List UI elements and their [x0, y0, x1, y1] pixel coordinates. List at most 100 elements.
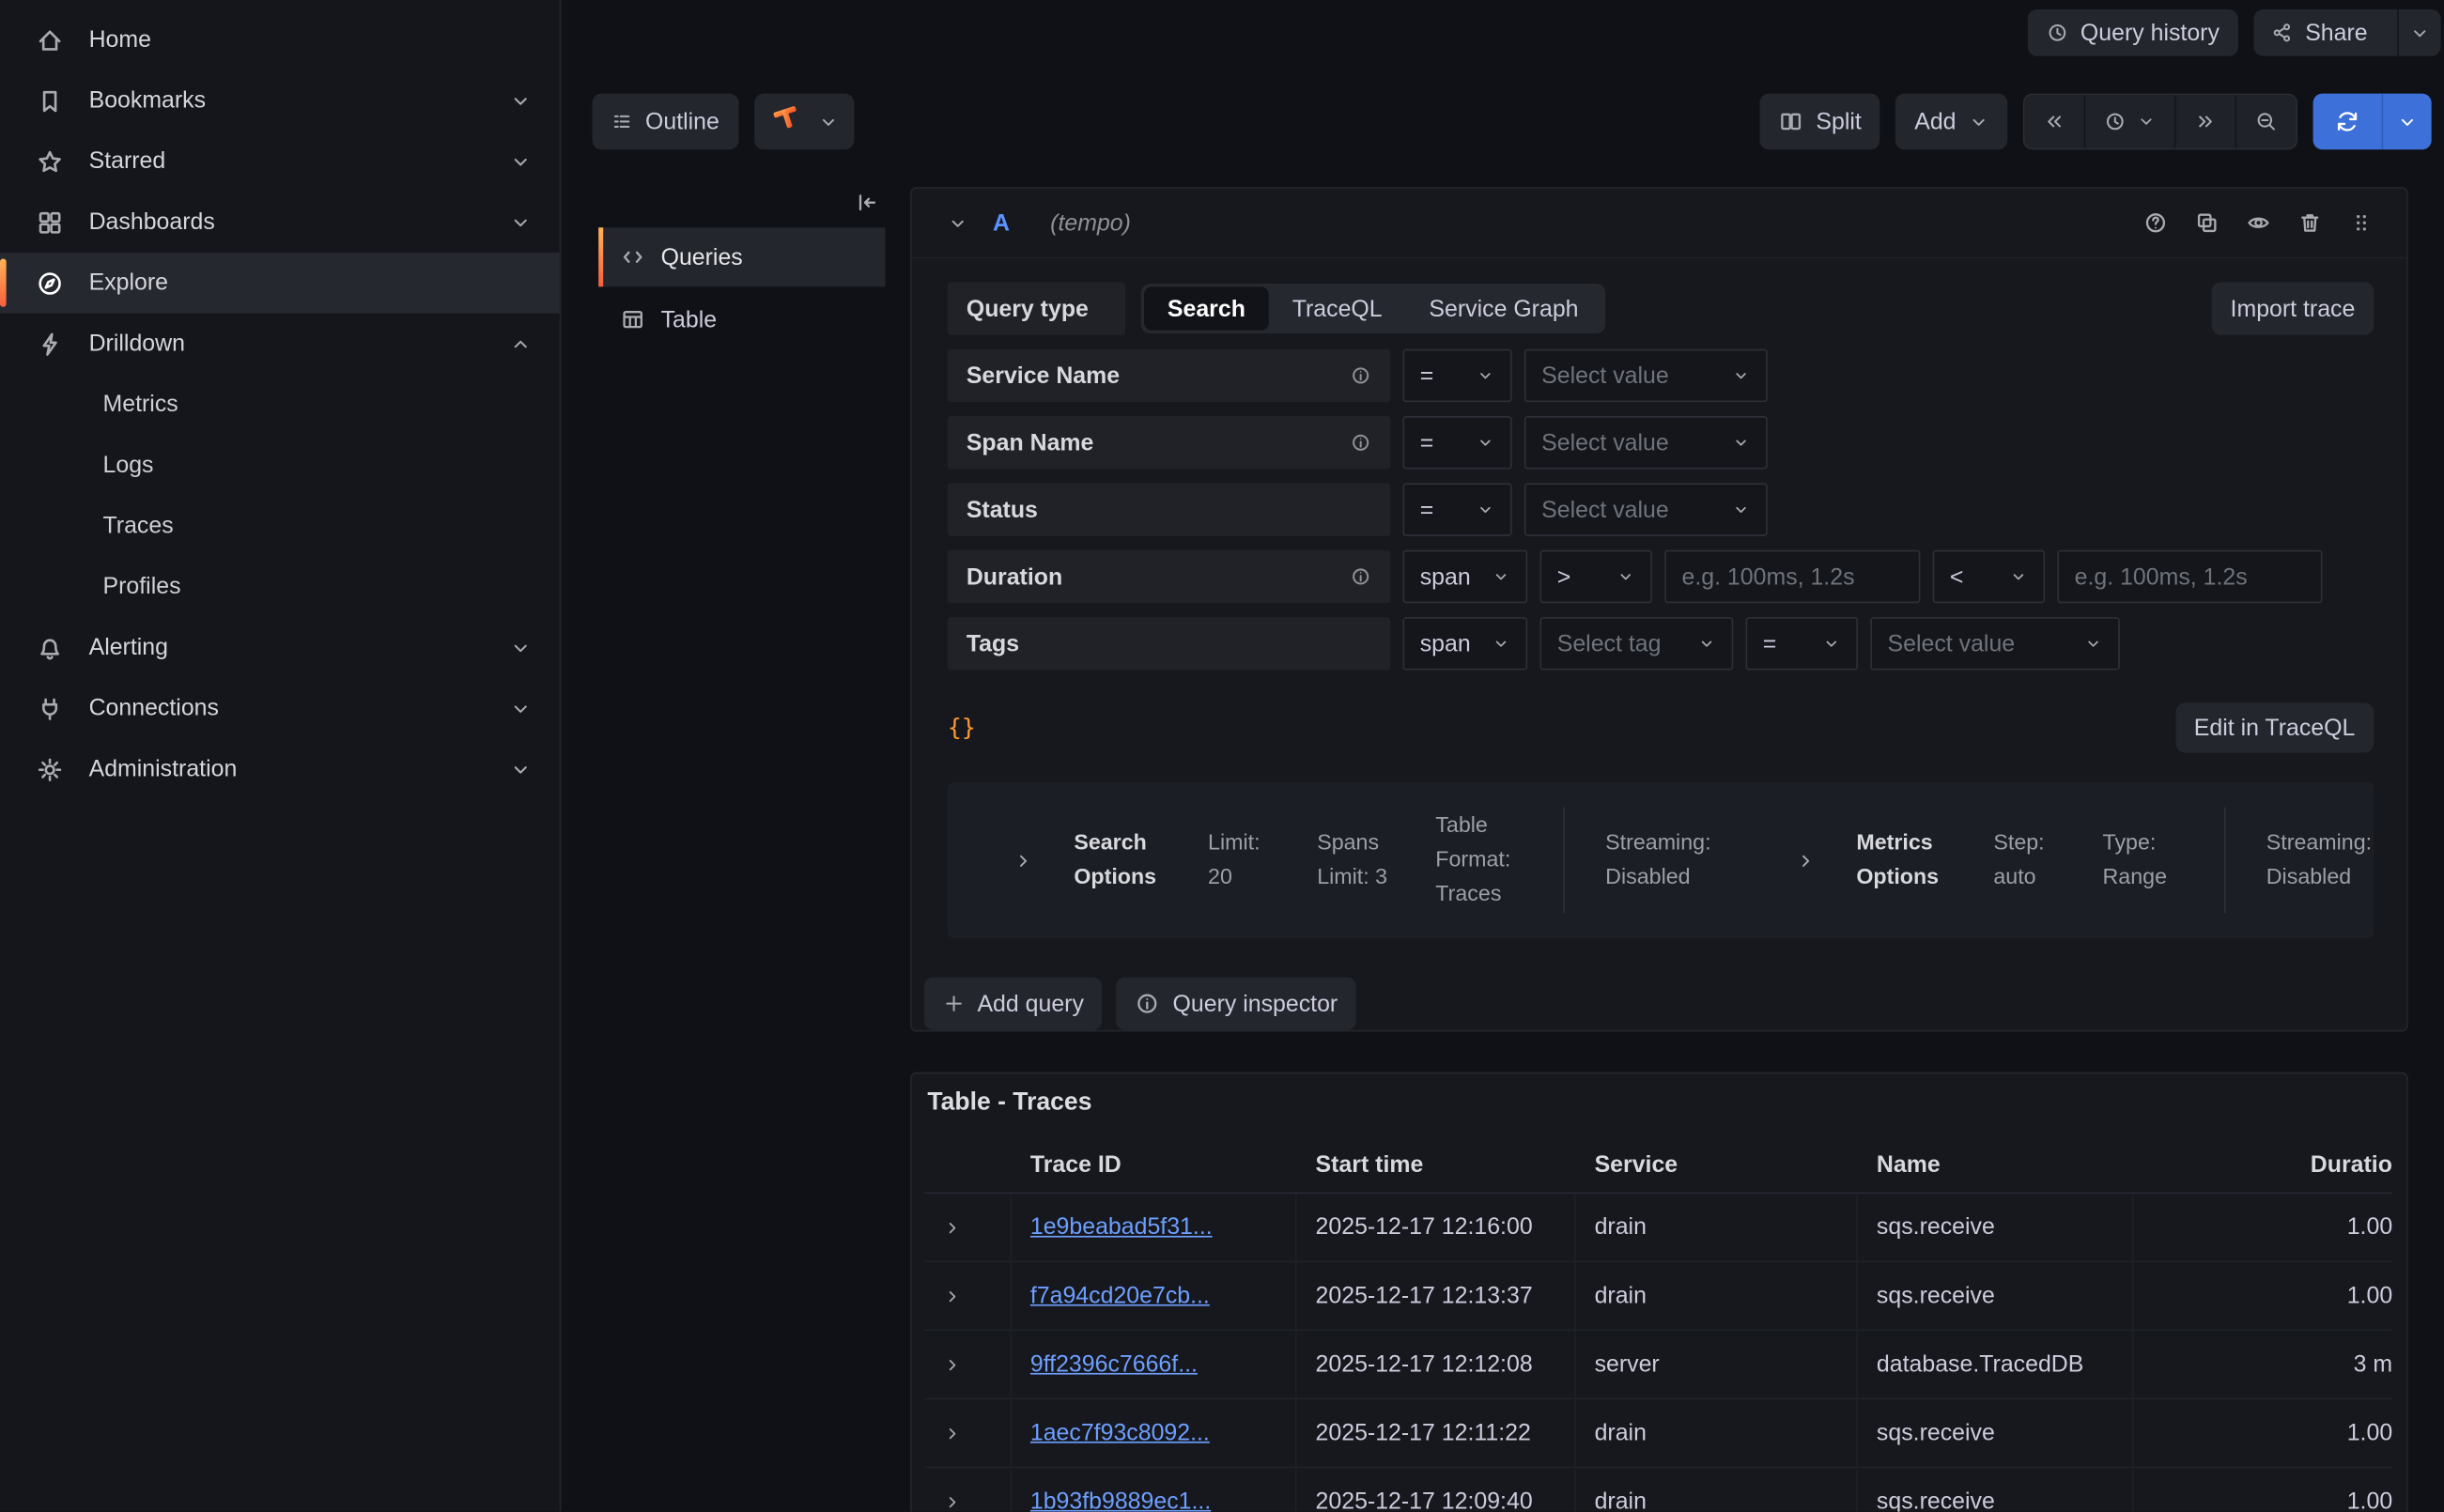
tags-scope-select[interactable]: span — [1402, 617, 1527, 670]
status-value-select[interactable]: Select value — [1524, 483, 1768, 535]
sidebar-item-home[interactable]: Home — [0, 9, 560, 70]
start-time-cell: 2025-12-17 12:12:08 — [1297, 1331, 1576, 1397]
split-label: Split — [1816, 108, 1861, 134]
column-header-name[interactable]: Name — [1858, 1150, 2134, 1177]
sidebar-item-drilldown[interactable]: Drilldown — [0, 314, 560, 375]
query-type-search[interactable]: Search — [1144, 286, 1269, 330]
chevron-down-icon[interactable] — [510, 89, 532, 111]
split-button[interactable]: Split — [1760, 94, 1880, 150]
trace-id-link[interactable]: f7a94cd20e7cb... — [1030, 1283, 1210, 1309]
share-menu-button[interactable] — [2397, 9, 2440, 56]
status-operator-select[interactable]: = — [1402, 483, 1511, 535]
remove-query-icon[interactable] — [2297, 210, 2323, 236]
sidebar-item-alerting[interactable]: Alerting — [0, 617, 560, 678]
sidebar-item-logs[interactable]: Logs — [0, 435, 560, 496]
chevron-up-icon[interactable] — [510, 332, 532, 354]
query-inspector-button[interactable]: Query inspector — [1117, 977, 1356, 1029]
tags-tag-select[interactable]: Select tag — [1539, 617, 1733, 670]
outline-button[interactable]: Outline — [593, 94, 738, 150]
query-history-button[interactable]: Query history — [2027, 9, 2237, 56]
duration-max-input[interactable] — [2057, 550, 2322, 603]
column-header-start-time[interactable]: Start time — [1297, 1150, 1576, 1177]
table-row: f7a94cd20e7cb... 2025-12-17 12:13:37 dra… — [924, 1262, 2392, 1331]
tags-operator-select[interactable]: = — [1746, 617, 1858, 670]
trace-id-link[interactable]: 1b93fb9889ec1... — [1030, 1489, 1211, 1512]
name-cell: sqs.receive — [1858, 1468, 2134, 1511]
compass-icon — [33, 269, 68, 297]
duration-lt-operator-select[interactable]: < — [1933, 550, 2045, 603]
query-type-service-graph[interactable]: Service Graph — [1406, 286, 1602, 330]
trace-id-link[interactable]: 1aec7f93c8092... — [1030, 1420, 1210, 1446]
import-trace-button[interactable]: Import trace — [2212, 282, 2374, 334]
name-cell: database.TracedDB — [1858, 1331, 2134, 1397]
sidebar-item-administration[interactable]: Administration — [0, 739, 560, 800]
chevron-down-icon[interactable] — [510, 637, 532, 658]
chevron-down-icon[interactable] — [510, 698, 532, 719]
outline-icon — [611, 111, 632, 132]
toggle-query-visibility-icon[interactable] — [2246, 210, 2271, 236]
time-shift-back-button[interactable] — [2025, 95, 2084, 147]
chevron-down-icon — [2397, 112, 2418, 132]
refresh-interval-button[interactable] — [2382, 94, 2432, 150]
duration-gt-operator-select[interactable]: > — [1539, 550, 1651, 603]
span-name-operator-select[interactable]: = — [1402, 416, 1511, 469]
chevron-down-icon[interactable] — [510, 758, 532, 779]
info-circle-icon — [1136, 991, 1161, 1016]
duration-scope-select[interactable]: span — [1402, 550, 1527, 603]
row-expander[interactable] — [924, 1468, 1012, 1511]
sidebar-item-traces[interactable]: Traces — [0, 496, 560, 557]
sidebar-item-connections[interactable]: Connections — [0, 678, 560, 739]
zoom-out-button[interactable] — [2235, 95, 2297, 147]
duration-min-input[interactable] — [1664, 550, 1920, 603]
time-picker-button[interactable] — [2084, 95, 2174, 147]
start-time-cell: 2025-12-17 12:13:37 — [1297, 1262, 1576, 1329]
add-dropdown-button[interactable]: Add — [1895, 94, 2007, 150]
chevron-down-icon — [2409, 23, 2430, 43]
query-type-traceql[interactable]: TraceQL — [1269, 286, 1406, 330]
query-options-bar[interactable]: Search Options Limit: 20 Spans Limit: 3 … — [948, 782, 2374, 938]
drag-handle-icon[interactable] — [2349, 210, 2374, 236]
query-history-label: Query history — [2080, 20, 2220, 46]
service-name-operator-select[interactable]: = — [1402, 349, 1511, 402]
span-name-value-select[interactable]: Select value — [1524, 416, 1768, 469]
duration-cell: 1.00 — [2134, 1468, 2392, 1511]
sidebar-item-profiles[interactable]: Profiles — [0, 556, 560, 617]
column-header-service[interactable]: Service — [1576, 1150, 1858, 1177]
service-name-value-select[interactable]: Select value — [1524, 349, 1768, 402]
traces-table: Trace ID Start time Service Name Duratio… — [924, 1136, 2392, 1512]
collapse-query-icon[interactable] — [948, 213, 968, 234]
column-header-trace-id[interactable]: Trace ID — [1012, 1150, 1297, 1177]
row-expander[interactable] — [924, 1262, 1012, 1329]
time-shift-forward-button[interactable] — [2174, 95, 2235, 147]
chevron-down-icon[interactable] — [510, 150, 532, 172]
outline-item-label: Table — [661, 306, 718, 332]
trace-id-link[interactable]: 1e9beabad5f31... — [1030, 1214, 1213, 1241]
duplicate-query-icon[interactable] — [2194, 210, 2220, 236]
row-expander[interactable] — [924, 1399, 1012, 1466]
row-expander[interactable] — [924, 1331, 1012, 1397]
share-button[interactable]: Share — [2253, 9, 2384, 56]
outline-item-table[interactable]: Table — [598, 290, 885, 349]
trace-id-link[interactable]: 9ff2396c7666f... — [1030, 1351, 1198, 1378]
sidebar-item-metrics[interactable]: Metrics — [0, 374, 560, 435]
refresh-icon-button[interactable] — [2313, 94, 2382, 150]
column-header-duration[interactable]: Duration — [2134, 1150, 2392, 1177]
tags-value-select[interactable]: Select value — [1870, 617, 2120, 670]
table-row: 1b93fb9889ec1... 2025-12-17 12:09:40 dra… — [924, 1468, 2392, 1511]
step-stat: Step: auto — [1993, 826, 2062, 894]
sidebar-item-explore[interactable]: Explore — [0, 253, 560, 314]
add-query-button[interactable]: Add query — [924, 977, 1103, 1029]
outline-item-queries[interactable]: Queries — [598, 227, 885, 286]
row-expander[interactable] — [924, 1194, 1012, 1260]
datasource-help-icon[interactable] — [2143, 210, 2169, 236]
chevron-down-icon[interactable] — [510, 211, 532, 233]
zoom-out-icon — [2255, 111, 2277, 132]
traces-table-panel: Table - Traces Trace ID Start time Servi… — [910, 1072, 2408, 1512]
sidebar-item-dashboards[interactable]: Dashboards — [0, 192, 560, 253]
edit-in-traceql-button[interactable]: Edit in TraceQL — [2175, 702, 2374, 752]
datasource-picker[interactable] — [753, 94, 853, 150]
sidebar-item-bookmarks[interactable]: Bookmarks — [0, 70, 560, 131]
search-limit-stat: Limit: 20 — [1208, 826, 1276, 894]
sidebar-item-starred[interactable]: Starred — [0, 131, 560, 192]
collapse-outline-icon[interactable] — [854, 190, 879, 215]
